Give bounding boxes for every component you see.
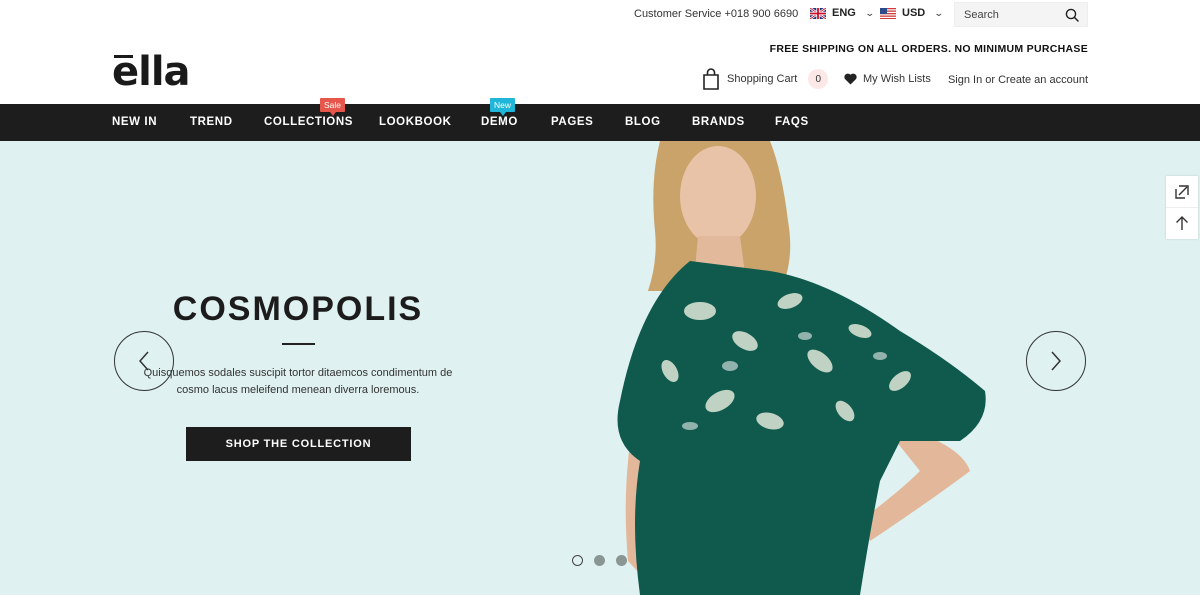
compare-icon [1175,184,1189,199]
hero-divider [282,343,315,345]
language-label: ENG [832,7,856,19]
nav-item-lookbook[interactable]: LOOKBOOK [379,116,452,128]
search-input[interactable] [955,3,1055,26]
slider-next-button[interactable] [1026,331,1086,391]
nav-item-faqs[interactable]: FAQS [775,116,809,128]
nav-item-collections-label: COLLECTIONS [264,116,354,128]
cart-label: Shopping Cart [727,73,798,85]
shop-collection-button[interactable]: SHOP THE COLLECTION [186,427,411,461]
slider-dots [572,555,627,566]
uk-flag-icon [810,7,826,19]
search-box [954,2,1088,27]
chevron-down-icon: ⌄ [934,7,944,18]
us-flag-icon [880,7,896,19]
hero-description: Quisquemos sodales suscipit tortor ditae… [143,367,453,396]
nav-item-pages[interactable]: PAGES [551,116,593,128]
signin-link[interactable]: Sign In or Create an account [948,74,1088,86]
slider-dot[interactable] [594,555,605,566]
top-bar: Customer Service +018 900 6690 ENG ⌄ USD… [0,0,1200,30]
currency-label: USD [902,7,926,19]
logo[interactable]: ella [112,52,191,92]
slider-dot[interactable] [572,555,583,566]
hero-title: COSMOPOLIS [172,290,424,328]
nav-item-trend[interactable]: TREND [190,116,233,128]
nav-item-brands[interactable]: BRANDS [692,116,745,128]
chevron-left-icon [138,351,149,371]
slider-dot[interactable] [616,555,627,566]
nav-item-blog[interactable]: BLOG [625,116,661,128]
language-selector[interactable]: ENG ⌄ [810,7,875,19]
main-nav: NEW IN TREND COLLECTIONS Sale LOOKBOOK D… [0,98,1200,141]
nav-item-new-in[interactable]: NEW IN [112,116,157,128]
nav-item-collections[interactable]: COLLECTIONS Sale [264,98,354,128]
heart-icon [844,73,857,85]
chevron-down-icon: ⌄ [864,7,875,18]
side-toolbar [1166,176,1198,239]
currency-selector[interactable]: USD ⌄ [880,7,944,19]
wishlist-label: My Wish Lists [863,73,931,85]
sale-badge: Sale [320,98,346,116]
wishlist-link[interactable]: My Wish Lists [844,73,931,85]
free-shipping-notice: FREE SHIPPING ON ALL ORDERS. NO MINIMUM … [769,43,1088,55]
shopping-cart-link[interactable]: Shopping Cart 0 [702,68,829,90]
compare-button[interactable] [1166,176,1198,207]
chevron-right-icon [1051,351,1062,371]
nav-item-demo[interactable]: DEMO New [481,98,518,128]
bag-icon [703,68,719,90]
customer-service-text: Customer Service +018 900 6690 [634,8,799,20]
nav-item-demo-label: DEMO [481,116,518,128]
cart-count-badge: 0 [808,69,829,89]
arrow-up-icon [1176,216,1188,230]
new-badge: New [490,98,516,116]
slider-prev-button[interactable] [114,331,174,391]
hero-slider: COSMOPOLIS Quisquemos sodales suscipit t… [0,141,1200,595]
search-icon[interactable] [1065,8,1079,22]
back-to-top-button[interactable] [1166,207,1198,238]
